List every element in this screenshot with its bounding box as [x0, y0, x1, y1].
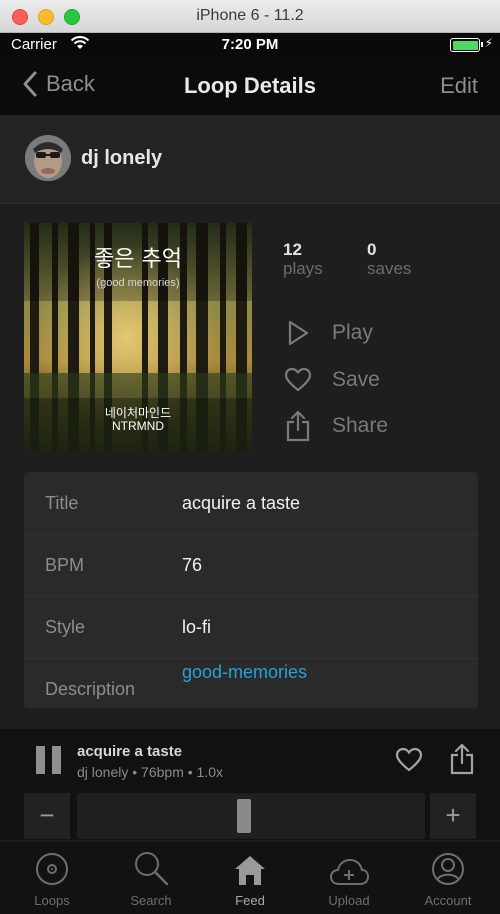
now-playing-meta: dj lonely • 76bpm • 1.0x [77, 764, 223, 780]
tab-label: Upload [328, 893, 370, 908]
share-button[interactable]: Share [284, 410, 389, 442]
window-titlebar: iPhone 6 - 11.2 [0, 0, 500, 33]
artwork-artist-latin: NTRMND [112, 419, 164, 433]
home-icon [200, 842, 300, 886]
details-row-bpm: BPM 76 [24, 534, 478, 597]
user-row[interactable]: dj lonely [0, 115, 500, 204]
page-title: Loop Details [183, 73, 316, 98]
tab-feed[interactable]: Feed [200, 842, 300, 914]
artwork-artist: 네이처마인드 NTRMND [24, 407, 252, 433]
play-icon [284, 318, 312, 348]
pause-icon [36, 746, 45, 774]
account-icon [398, 842, 498, 886]
details-label: Style [45, 617, 86, 637]
artwork-title: 좋은 추억 [94, 247, 182, 272]
edit-button[interactable]: Edit [440, 73, 478, 99]
artwork-subtitle: (good memories) [96, 277, 180, 289]
details-row-description: Description good-memories [24, 658, 478, 708]
battery-icon [450, 38, 483, 52]
save-button[interactable]: Save [284, 365, 380, 395]
search-icon [101, 842, 201, 886]
saves-label: saves [367, 259, 412, 278]
tab-label: Account [424, 893, 472, 908]
details-row-title: Title acquire a taste [24, 472, 478, 535]
share-label: Share [332, 414, 389, 437]
details-label: Title [45, 493, 79, 513]
plays-label: plays [283, 259, 323, 278]
description-link[interactable]: good-memories [182, 662, 307, 683]
status-bar: Carrier 7:20 PM ⚡ [0, 33, 500, 57]
navigation-bar: Back Loop Details Edit [0, 57, 500, 115]
play-label: Play [332, 321, 373, 344]
now-playing-bar: acquire a taste dj lonely • 76bpm • 1.0x… [0, 729, 500, 840]
details-value: lo-fi [182, 617, 212, 637]
tempo-increase-button[interactable]: + [430, 793, 476, 839]
share-icon [284, 410, 312, 442]
pause-button[interactable] [36, 746, 62, 774]
loop-details-table: Title acquire a taste BPM 76 Style lo-fi… [24, 472, 478, 708]
heart-icon [284, 365, 312, 395]
play-button[interactable]: Play [284, 318, 373, 348]
details-value: acquire a taste [182, 493, 301, 513]
charging-icon: ⚡ [484, 36, 493, 50]
details-row-style: Style lo-fi [24, 596, 478, 659]
details-label: Description [45, 679, 136, 699]
plays-count: 12 [283, 240, 302, 259]
record-icon [2, 842, 102, 886]
tab-label: Feed [235, 893, 265, 908]
tab-upload[interactable]: Upload [299, 842, 399, 914]
share-icon [450, 743, 474, 775]
username: dj lonely [81, 147, 163, 169]
saves-count: 0 [367, 240, 377, 259]
details-value: 76 [182, 555, 203, 575]
heart-icon [395, 747, 423, 772]
now-playing-title: acquire a taste [77, 743, 183, 760]
tab-loops[interactable]: Loops [2, 842, 102, 914]
window-title: iPhone 6 - 11.2 [196, 7, 304, 24]
avatar[interactable] [25, 135, 71, 181]
tab-bar: Loops Search Feed Upload Account [0, 841, 500, 914]
clock: 7:20 PM [221, 36, 279, 53]
slider-thumb[interactable] [237, 799, 251, 833]
loop-artwork: 좋은 추억 (good memories) 네이처마인드 NTRMND [24, 223, 252, 451]
tab-label: Loops [34, 893, 70, 908]
tab-label: Search [130, 893, 172, 908]
tempo-decrease-button[interactable]: − [24, 793, 70, 839]
tempo-slider[interactable] [77, 793, 425, 839]
player-share-button[interactable] [449, 743, 475, 780]
cloud-upload-icon [299, 842, 399, 886]
tab-search[interactable]: Search [101, 842, 201, 914]
player-save-button[interactable] [395, 747, 423, 778]
tab-account[interactable]: Account [398, 842, 498, 914]
details-label: BPM [45, 555, 85, 575]
app-window: iPhone 6 - 11.2 Carrier 7:20 PM ⚡ Back L… [0, 0, 500, 914]
save-label: Save [332, 368, 380, 391]
